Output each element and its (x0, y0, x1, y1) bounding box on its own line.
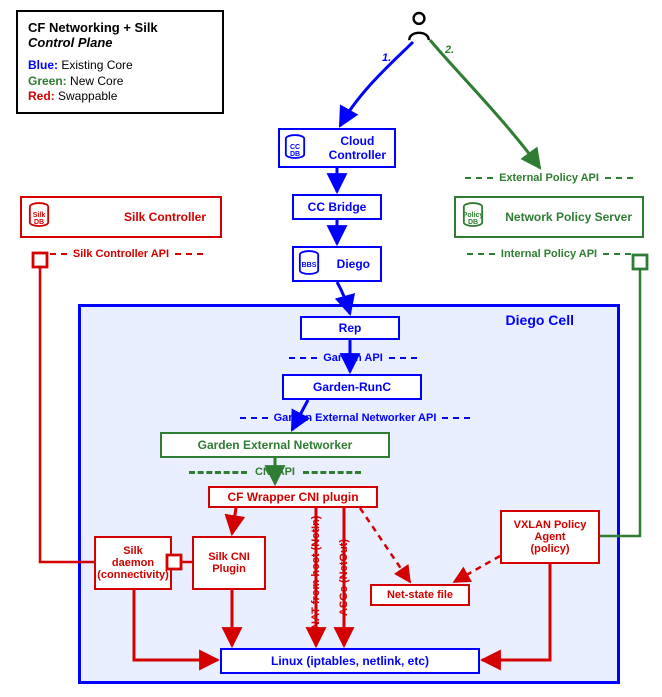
node-cc-bridge: CC Bridge (292, 194, 382, 220)
db-policy-icon (462, 202, 484, 228)
legend-green-label: Green: (28, 74, 67, 88)
diagram-stage: CF Networking + Silk Control Plane Blue:… (0, 0, 662, 697)
db-silk-icon (28, 202, 50, 228)
label-nat: NAT from host (NetIn) (310, 512, 322, 632)
api-cni: CNI API (160, 466, 390, 478)
node-vxlan: VXLAN Policy Agent (policy) (500, 510, 600, 564)
node-garden-ext-networker: Garden External Networker (160, 432, 390, 458)
legend-row-red: Red: Swappable (28, 89, 212, 105)
node-silk-daemon: Silk daemon (connectivity) (94, 536, 172, 590)
legend-row-blue: Blue: Existing Core (28, 58, 212, 74)
legend-red-text: Swappable (58, 89, 117, 103)
legend-blue-text: Existing Core (61, 58, 132, 72)
db-cc-icon (284, 134, 306, 160)
legend-title-1: CF Networking + Silk (28, 20, 212, 35)
api-external-policy: External Policy API (454, 172, 644, 184)
node-garden-runc: Garden-RunC (282, 374, 422, 400)
legend-row-green: Green: New Core (28, 74, 212, 90)
edge-label-2: 2. (445, 44, 454, 56)
label-asg: ASGs (NetOut) (338, 524, 350, 632)
node-cf-wrapper: CF Wrapper CNI plugin (208, 486, 378, 508)
legend-red-label: Red: (28, 89, 55, 103)
api-garden: Garden API (278, 352, 428, 364)
legend-box: CF Networking + Silk Control Plane Blue:… (16, 10, 224, 114)
api-internal-policy: Internal Policy API (454, 248, 644, 260)
node-rep: Rep (300, 316, 400, 340)
node-netstate: Net-state file (370, 584, 470, 606)
api-cni-label: CNI API (255, 466, 295, 478)
legend-title-2: Control Plane (28, 35, 212, 50)
user-icon (406, 10, 432, 42)
node-silk-controller: Silk Controller (20, 196, 222, 238)
edge-label-1: 1. (382, 52, 391, 64)
legend-blue-label: Blue: (28, 58, 58, 72)
legend-green-text: New Core (70, 74, 123, 88)
node-linux: Linux (iptables, netlink, etc) (220, 648, 480, 674)
api-silk-controller: Silk Controller API (20, 248, 222, 260)
db-bbs-icon (298, 250, 320, 276)
node-silk-cni: Silk CNI Plugin (192, 536, 266, 590)
diego-cell-title: Diego Cell (506, 312, 574, 328)
api-garden-ext: Garden External Networker API (210, 412, 500, 424)
